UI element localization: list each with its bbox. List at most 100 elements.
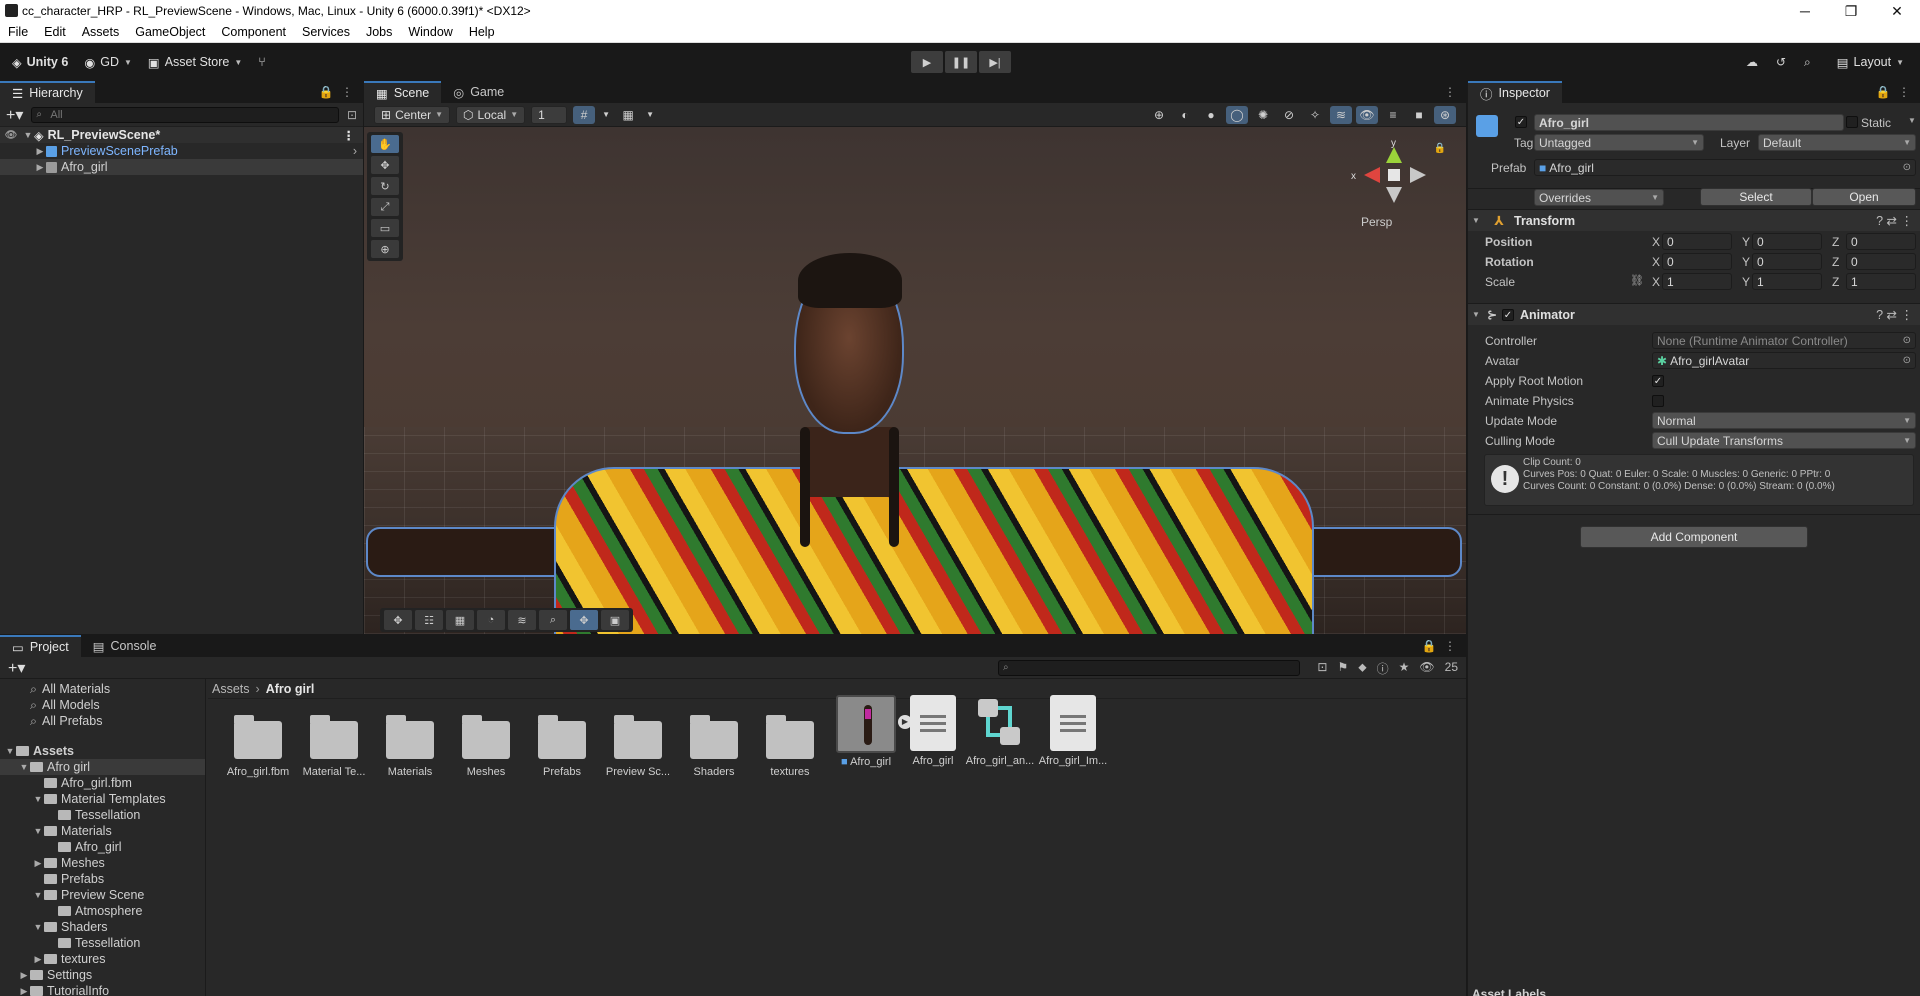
grid-snap-icon[interactable]: # xyxy=(573,105,596,124)
transform-tool-icon[interactable]: ⊕ xyxy=(371,240,399,258)
static-checkbox[interactable] xyxy=(1846,116,1858,128)
layout-dropdown[interactable]: ▤ Layout ▼ xyxy=(1829,51,1912,73)
tab-hierarchy[interactable]: ☰ Hierarchy xyxy=(0,81,95,103)
add-icon[interactable]: +▾ xyxy=(6,105,23,125)
move-tool-icon[interactable]: ✥ xyxy=(371,156,399,174)
gizmo-x-cone[interactable] xyxy=(1364,167,1380,183)
folder-tree-item[interactable]: Afro_girl.fbm xyxy=(0,775,205,791)
asset-folder[interactable]: Afro_girl.fbm xyxy=(222,715,294,778)
transform-header[interactable]: ▼ ⅄ Transform ? ⇄ ⋮ xyxy=(1468,209,1920,231)
breadcrumb-item[interactable]: Assets xyxy=(212,682,250,696)
folder-tree-item[interactable]: ▶ Meshes xyxy=(0,855,205,871)
chevron-down-icon[interactable]: ▼ xyxy=(645,106,655,124)
folder-tree-item[interactable]: ▼ Materials xyxy=(0,823,205,839)
animator-enabled-checkbox[interactable]: ✓ xyxy=(1502,308,1514,321)
cloud-icon[interactable]: ☁ xyxy=(1746,55,1758,69)
folder-tree-item[interactable]: Tessellation xyxy=(0,935,205,951)
project-search-input[interactable]: ⌕ xyxy=(998,659,1300,676)
collapse-icon[interactable]: ▼ xyxy=(1468,216,1484,225)
lit-icon[interactable]: ◯ xyxy=(1226,105,1248,124)
kebab-icon[interactable]: ⋮ xyxy=(1444,85,1458,99)
menu-jobs[interactable]: Jobs xyxy=(358,25,400,39)
target-icon[interactable]: ⊙ xyxy=(1903,335,1911,346)
wireframe-icon[interactable]: ⊕ xyxy=(1148,106,1170,124)
expand-down-icon[interactable]: ▼ xyxy=(32,794,44,804)
gizmo-y-cone[interactable] xyxy=(1386,147,1402,163)
shaded-wireframe-icon[interactable]: ◐ xyxy=(1174,106,1196,124)
sliders-icon[interactable]: ☷ xyxy=(415,610,443,630)
maximize-button[interactable]: ❐ xyxy=(1828,0,1874,22)
collapse-icon[interactable]: ▼ xyxy=(1468,310,1484,319)
play-button[interactable]: ▶ xyxy=(911,51,943,73)
asset-folder[interactable]: Prefabs xyxy=(526,715,598,778)
menu-window[interactable]: Window xyxy=(400,25,460,39)
asset-prefab[interactable]: ▶ ■ Afro_girl xyxy=(830,695,912,768)
folder-tree-item[interactable]: Tessellation xyxy=(0,807,205,823)
position-x-field[interactable]: 0 xyxy=(1662,233,1732,250)
camera-icon[interactable]: ■ xyxy=(1408,106,1430,124)
menu-gameobject[interactable]: GameObject xyxy=(127,25,213,39)
component-actions-icon[interactable]: ? ⇄ ⋮ xyxy=(1876,307,1913,322)
menu-edit[interactable]: Edit xyxy=(36,25,74,39)
link-icon[interactable]: ⛓ xyxy=(1630,274,1644,287)
controller-field[interactable]: None (Runtime Animator Controller) ⊙ xyxy=(1652,332,1916,349)
folder-tree-item[interactable]: ▼ Afro girl xyxy=(0,759,205,775)
rotation-x-field[interactable]: 0 xyxy=(1662,253,1732,270)
expand-right-icon[interactable]: ▶ xyxy=(34,162,46,173)
hierarchy-item[interactable]: ▶ Afro_girl xyxy=(0,159,363,175)
account-dropdown[interactable]: ◉ GD ▼ xyxy=(76,51,140,73)
gizmos-icon[interactable]: ⊛ xyxy=(1434,105,1456,124)
version-control-button[interactable]: ⑂ xyxy=(250,51,274,73)
expand-down-icon[interactable]: ▼ xyxy=(32,922,44,932)
gizmo-neg-y-cone[interactable] xyxy=(1386,187,1402,203)
tab-project[interactable]: ▭ Project xyxy=(0,635,81,657)
chevron-down-icon[interactable]: ▼ xyxy=(601,106,611,124)
snap-increment-field[interactable]: 1 xyxy=(531,105,568,124)
visibility-icon[interactable]: 👁 xyxy=(1356,105,1378,124)
close-button[interactable]: ✕ xyxy=(1874,0,1920,22)
gizmo-neg-x-cone[interactable] xyxy=(1410,167,1426,183)
animate-physics-checkbox[interactable] xyxy=(1652,395,1664,407)
camera-icon[interactable]: ▣ xyxy=(601,610,629,630)
hidden-packages-icon[interactable]: 👁 xyxy=(1419,660,1434,677)
folder-tree-item[interactable]: Atmosphere xyxy=(0,903,205,919)
expand-right-icon[interactable]: ▶ xyxy=(32,858,44,869)
expand-down-icon[interactable]: ▼ xyxy=(18,762,30,772)
tag-icon[interactable]: ⬥ xyxy=(1358,660,1366,677)
open-button[interactable]: Open xyxy=(1812,188,1916,206)
search-icon[interactable]: ⌕ xyxy=(539,610,567,630)
avatar-field[interactable]: ✱ Afro_girlAvatar ⊙ xyxy=(1652,352,1916,369)
pause-button[interactable]: ❚❚ xyxy=(945,51,977,73)
menu-component[interactable]: Component xyxy=(213,25,294,39)
asset-folder[interactable]: textures xyxy=(754,715,826,778)
add-icon[interactable]: +▾ xyxy=(8,658,25,678)
target-icon[interactable]: ⊙ xyxy=(1903,355,1911,366)
tab-scene[interactable]: ▦ Scene xyxy=(364,81,442,103)
menu-help[interactable]: Help xyxy=(461,25,503,39)
component-actions-icon[interactable]: ? ⇄ ⋮ xyxy=(1876,213,1913,228)
grid-icon[interactable]: ▦ xyxy=(446,610,474,630)
minimize-button[interactable]: ─ xyxy=(1782,0,1828,22)
orbit-icon[interactable]: ◔ xyxy=(477,610,505,630)
unity-home-button[interactable]: ◈ Unity 6 xyxy=(4,51,76,73)
expand-right-icon[interactable]: ▶ xyxy=(34,146,46,157)
hand-tool-icon[interactable]: ✋ xyxy=(371,135,399,153)
expand-right-icon[interactable]: ▶ xyxy=(18,970,30,981)
folder-tree-item[interactable]: Afro_girl xyxy=(0,839,205,855)
folder-tree-item[interactable]: ▼ Material Templates xyxy=(0,791,205,807)
folder-tree-item[interactable]: ▶ TutorialInfo xyxy=(0,983,205,996)
folder-tree-item[interactable]: ▶ textures xyxy=(0,951,205,967)
search-by-type-icon[interactable]: ⊡ xyxy=(1317,660,1327,677)
asset-folder[interactable]: Shaders xyxy=(678,715,750,778)
breadcrumb-current[interactable]: Afro girl xyxy=(266,682,315,696)
culling-mode-dropdown[interactable]: Cull Update Transforms ▼ xyxy=(1652,432,1916,449)
layer-dropdown[interactable]: Default ▼ xyxy=(1758,134,1916,151)
folder-tree-item[interactable]: ▶ Settings xyxy=(0,967,205,983)
warning-filter-icon[interactable]: ⓘ xyxy=(1377,660,1389,677)
scale-x-field[interactable]: 1 xyxy=(1662,273,1732,290)
asset-folder[interactable]: Materials xyxy=(374,715,446,778)
add-component-button[interactable]: Add Component xyxy=(1580,526,1808,548)
position-z-field[interactable]: 0 xyxy=(1846,233,1916,250)
menu-assets[interactable]: Assets xyxy=(74,25,128,39)
layers-icon[interactable]: ≋ xyxy=(508,610,536,630)
